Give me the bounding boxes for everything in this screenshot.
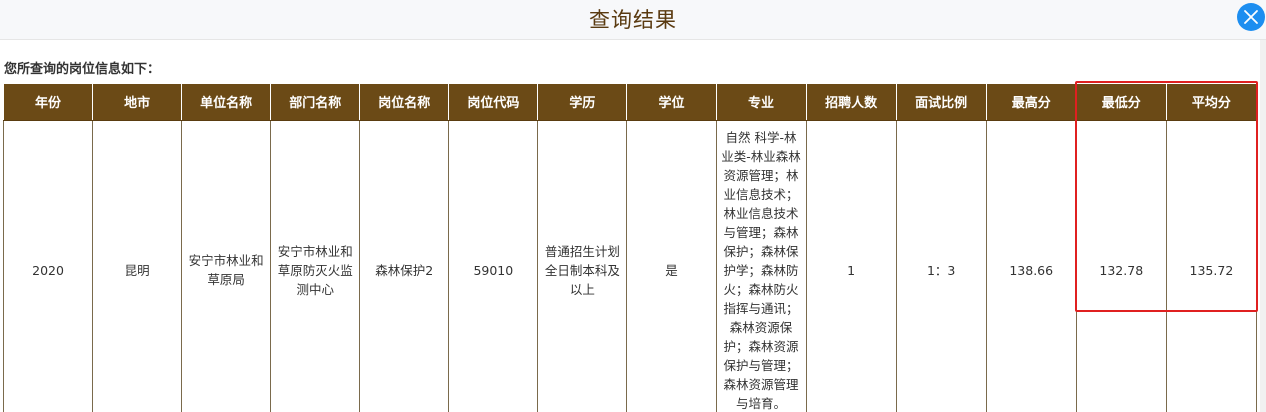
header-unit: 单位名称 <box>181 84 272 121</box>
cell-major: 自然 科学-林业类-林业森林资源管理；林业信息技术；林业信息技术与管理；森林保护… <box>715 120 807 412</box>
header-ratio: 面试比例 <box>895 84 987 121</box>
header-degree: 学位 <box>626 84 717 121</box>
cell-education: 普通招生计划全日制本科及以上 <box>537 120 628 412</box>
cell-city: 昆明 <box>92 120 183 412</box>
header-education: 学历 <box>537 84 628 121</box>
result-table: 年份 地市 单位名称 部门名称 岗位名称 岗位代码 学历 学位 专业 招聘人数 … <box>2 84 1258 412</box>
dialog-header: 查询结果 <box>0 0 1266 40</box>
header-position: 岗位名称 <box>359 84 450 121</box>
header-avg-score: 平均分 <box>1165 84 1258 121</box>
header-recruits: 招聘人数 <box>805 84 897 121</box>
cell-year: 2020 <box>2 120 94 412</box>
close-button[interactable] <box>1237 3 1265 31</box>
cell-position: 森林保护2 <box>359 120 450 412</box>
header-major: 专业 <box>715 84 807 121</box>
header-department: 部门名称 <box>270 84 361 121</box>
dialog-title: 查询结果 <box>589 8 677 32</box>
cell-code: 59010 <box>448 120 539 412</box>
cell-degree: 是 <box>626 120 717 412</box>
cell-avg-score: 135.72 <box>1165 120 1258 412</box>
header-min-score: 最低分 <box>1075 84 1167 121</box>
cell-unit: 安宁市林业和草原局 <box>181 120 272 412</box>
cell-recruits: 1 <box>805 120 897 412</box>
scrollbar[interactable] <box>1260 40 1266 412</box>
table-header-row: 年份 地市 单位名称 部门名称 岗位名称 岗位代码 学历 学位 专业 招聘人数 … <box>2 84 1258 121</box>
result-subtitle: 您所查询的岗位信息如下： <box>4 62 161 77</box>
cell-max-score: 138.66 <box>985 120 1077 412</box>
table-row: 2020 昆明 安宁市林业和草原局 安宁市林业和草原防灭火监测中心 森林保护2 … <box>2 120 1258 412</box>
cell-min-score: 132.78 <box>1075 120 1167 412</box>
header-year: 年份 <box>2 84 94 121</box>
cell-ratio: 1：3 <box>895 120 987 412</box>
cell-department: 安宁市林业和草原防灭火监测中心 <box>270 120 361 412</box>
header-city: 地市 <box>92 84 183 121</box>
header-max-score: 最高分 <box>985 84 1077 121</box>
close-icon <box>1244 10 1258 24</box>
header-code: 岗位代码 <box>448 84 539 121</box>
